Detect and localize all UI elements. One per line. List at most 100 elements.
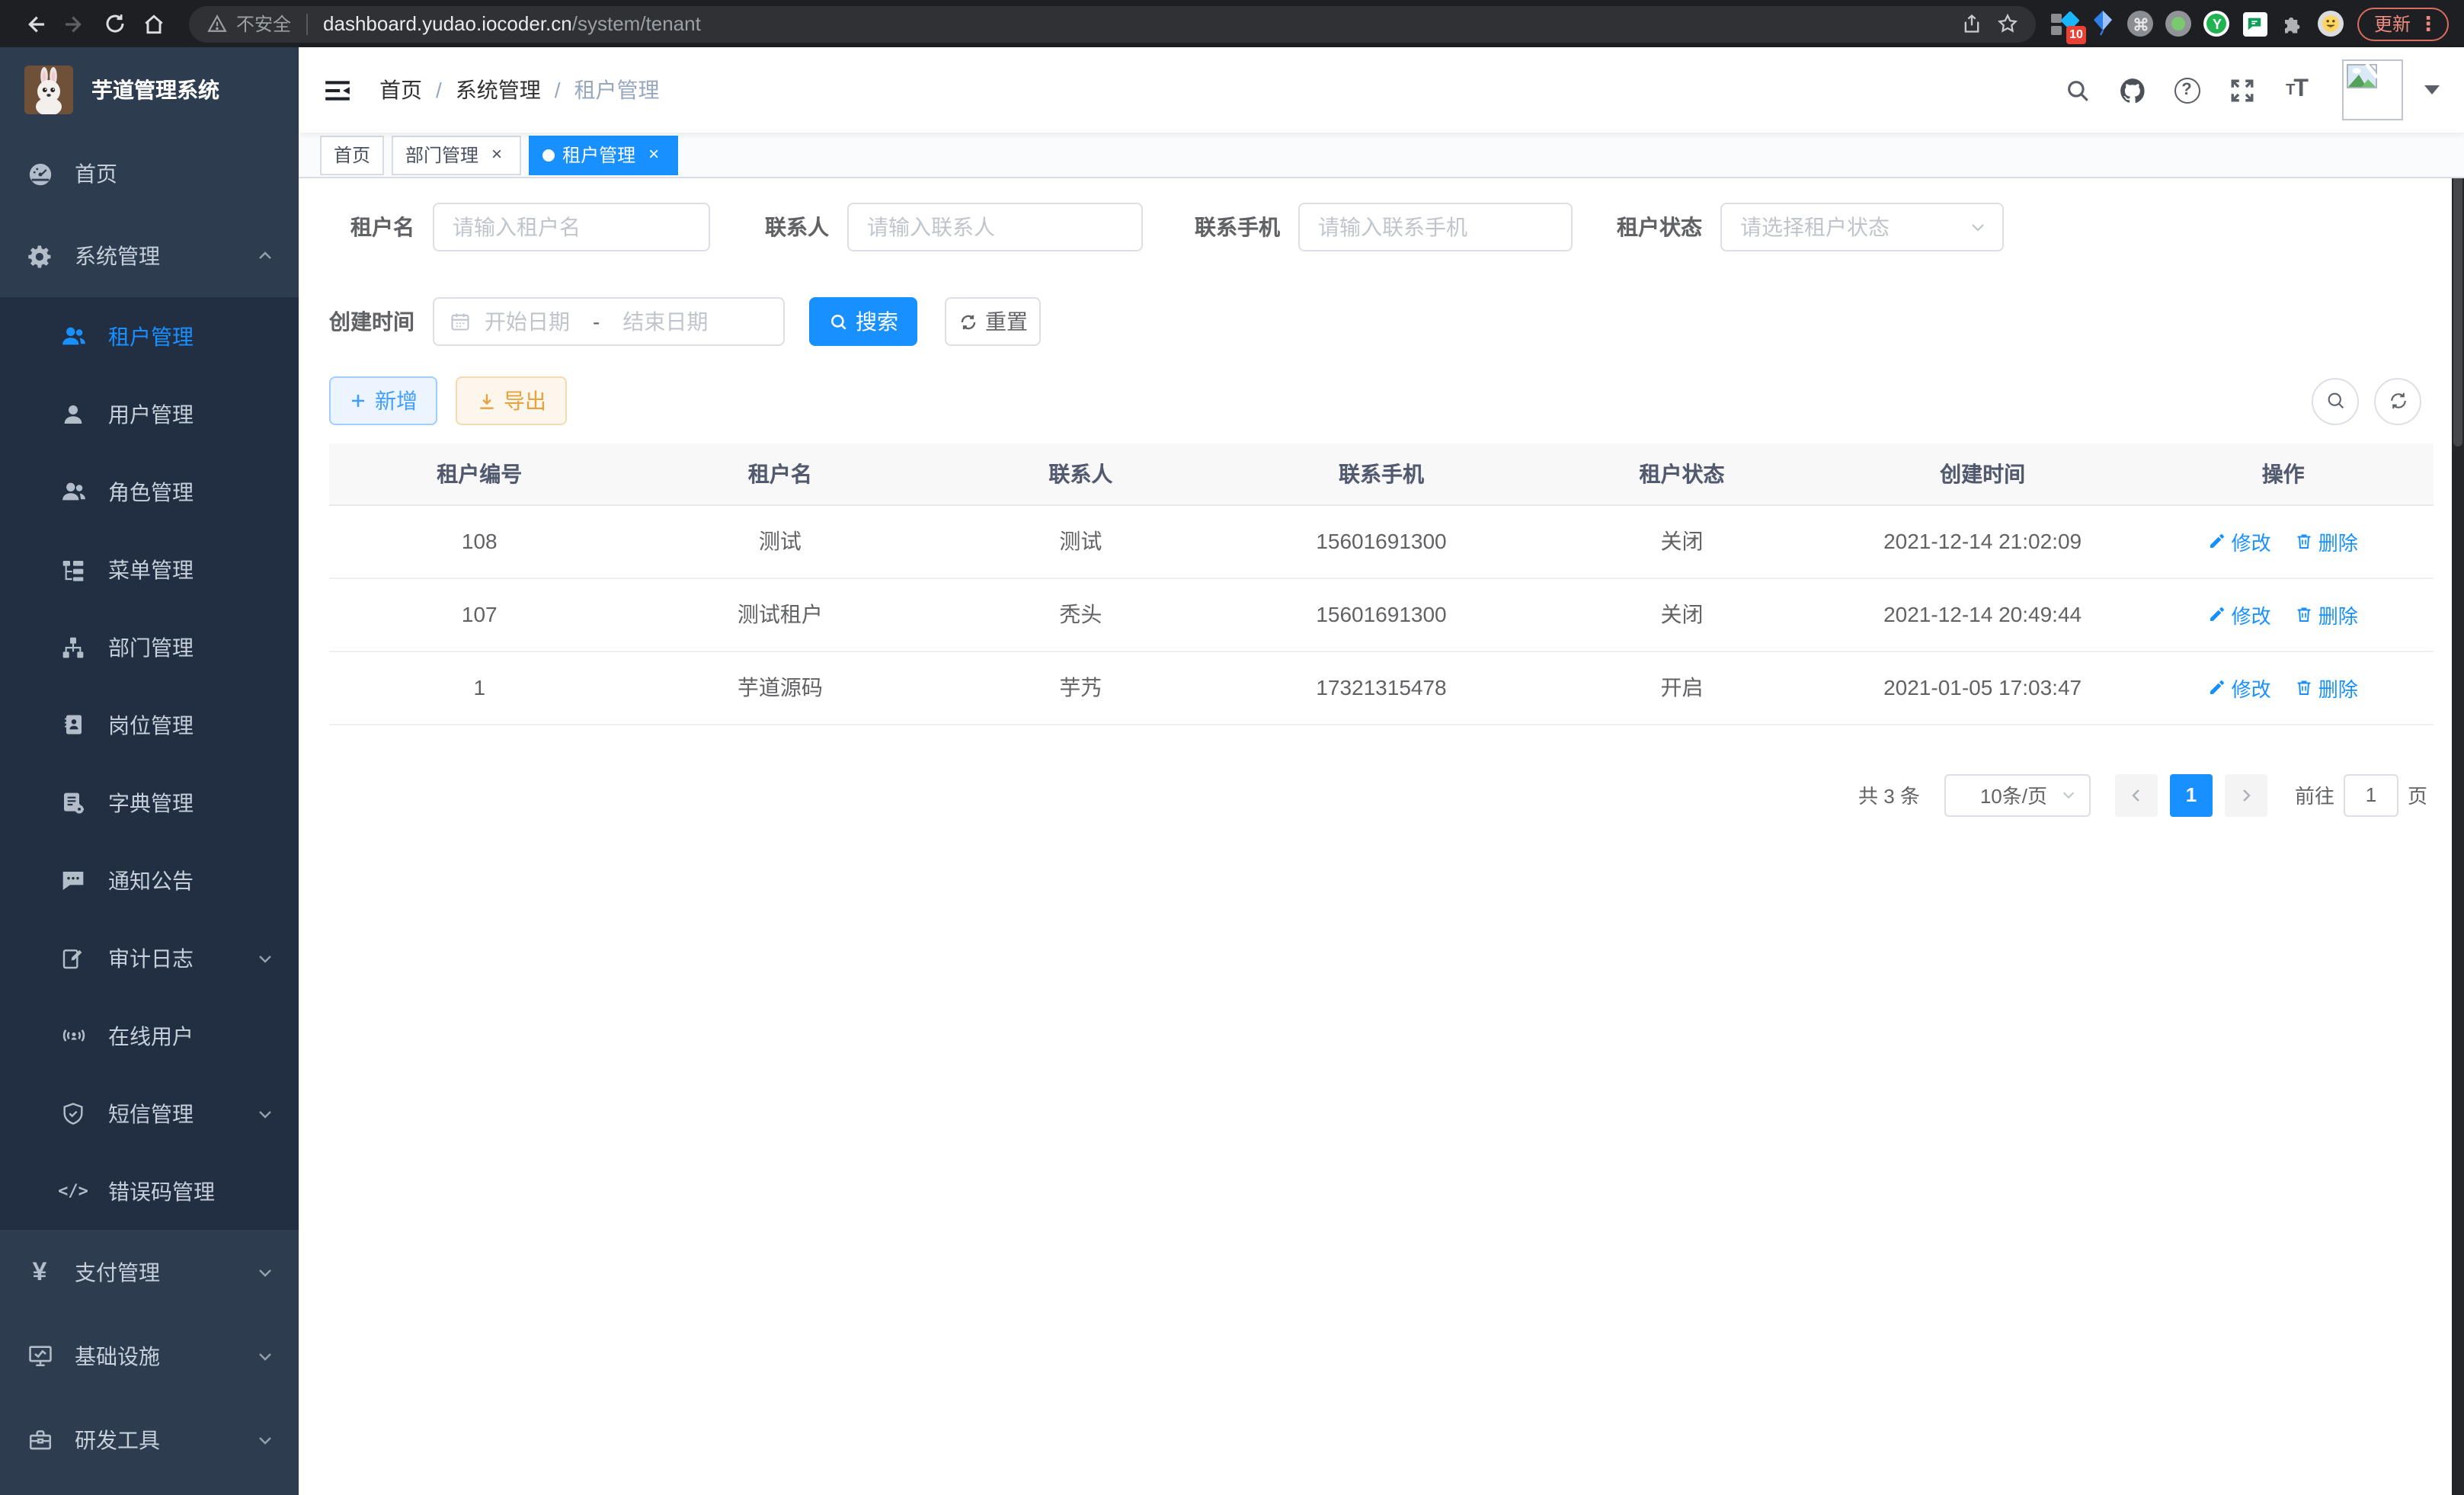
share-icon[interactable] [1954,5,1990,42]
sidebar-item-menu-management[interactable]: 菜单管理 [0,530,299,608]
phone-input[interactable] [1298,203,1573,251]
edit-label: 修改 [2232,600,2271,629]
status-select[interactable]: 请选择租户状态 [1720,203,2004,251]
tab-tenant-management[interactable]: 租户管理 × [529,135,678,174]
extension-command-icon[interactable] [2127,10,2155,37]
font-size-icon[interactable]: TT [2278,72,2315,108]
sidebar-item-home[interactable]: 首页 [0,133,299,215]
sidebar-item-dept-management[interactable]: 部门管理 [0,608,299,686]
sidebar-item-pay-management[interactable]: ¥ 支付管理 [0,1230,299,1314]
logo-rabbit-image [24,66,73,114]
show-search-toggle-icon[interactable] [2312,377,2359,424]
sidebar-item-system-management[interactable]: 系统管理 [0,215,299,297]
broken-image-icon [2347,64,2377,88]
avatar[interactable] [2342,59,2403,120]
cell-contact: 芋艿 [930,651,1231,724]
sidebar-item-error-code-management[interactable]: </> 错误码管理 [0,1152,299,1230]
sidebar-item-role-management[interactable]: 角色管理 [0,453,299,530]
edit-link[interactable]: 修改 [2209,527,2271,555]
contact-input[interactable] [847,203,1143,251]
tenant-name-input[interactable] [433,203,710,251]
chevron-up-icon [256,247,274,265]
bookmark-star-icon[interactable] [1990,5,2027,42]
page-scrollbar[interactable] [2452,47,2464,1495]
browser-forward-icon[interactable] [55,4,94,43]
goto-page-input[interactable] [2344,773,2398,816]
gear-icon [26,242,53,270]
extension-recorder-icon[interactable] [2165,10,2193,37]
tab-dept-management[interactable]: 部门管理 × [392,135,521,174]
edit-link[interactable]: 修改 [2209,600,2271,629]
org-chart-icon [59,633,87,661]
sidebar-item-label: 租户管理 [108,321,274,351]
prev-page-button[interactable] [2115,773,2158,816]
message-icon [59,866,87,894]
delete-link[interactable]: 删除 [2296,673,2358,702]
page-size-select[interactable]: 10条/页 [1944,773,2091,816]
browser-reload-icon[interactable] [94,4,134,43]
extension-chat-icon[interactable] [2242,10,2269,37]
chevron-down-icon [256,1430,274,1449]
date-range-input[interactable]: 开始日期 - 结束日期 [433,297,785,346]
browser-menu-icon[interactable]: ⋮ [2418,11,2438,36]
refresh-table-icon[interactable] [2374,377,2421,424]
reset-button[interactable]: 重置 [945,297,1041,346]
sidebar-item-online-users[interactable]: 在线用户 [0,997,299,1074]
cell-actions: 修改删除 [2133,504,2434,578]
extension-sogou-icon[interactable]: 10 [2051,10,2078,37]
sidebar-item-post-management[interactable]: 岗位管理 [0,686,299,764]
close-icon[interactable]: × [486,144,507,165]
pagination: 共 3 条 10条/页 1 前往 [329,773,2434,816]
security-indicator[interactable]: 不安全 [207,11,291,37]
extension-y-icon[interactable]: Y [2203,10,2231,37]
sidebar-item-infrastructure[interactable]: 基础设施 [0,1314,299,1397]
close-icon[interactable]: × [643,144,664,165]
github-icon[interactable] [2114,72,2150,108]
export-button[interactable]: 导出 [456,376,567,425]
delete-link[interactable]: 删除 [2296,600,2358,629]
tab-home[interactable]: 首页 [320,135,384,174]
edit-link[interactable]: 修改 [2209,673,2271,702]
code-icon: </> [59,1177,87,1205]
sidebar-item-tenant-management[interactable]: 租户管理 [0,297,299,375]
extension-shape: Y [2204,11,2230,37]
extension-emoji-icon[interactable] [2318,10,2345,37]
trash-icon [2296,532,2314,550]
avatar-caret-icon[interactable] [2424,85,2440,94]
create-time-label: 创建时间 [329,306,433,337]
fullscreen-icon[interactable] [2223,72,2260,108]
table-header-row: 租户编号 租户名 联系人 联系手机 租户状态 创建时间 操作 [329,443,2434,504]
browser-home-icon[interactable] [134,4,174,43]
sidebar-fold-icon[interactable] [323,75,352,104]
cell-phone: 15601691300 [1231,578,1532,651]
sidebar-item-user-management[interactable]: 用户管理 [0,375,299,453]
sidebar-item-dev-tools[interactable]: 研发工具 [0,1397,299,1481]
breadcrumb-system[interactable]: 系统管理 [456,75,541,105]
extension-kite-icon[interactable] [2089,10,2117,37]
sidebar-item-audit-log[interactable]: 审计日志 [0,919,299,997]
address-bar[interactable]: 不安全 dashboard.yudao.iocoder.cn/system/te… [189,5,2036,42]
trash-icon [2296,605,2314,623]
page-number-button[interactable]: 1 [2170,773,2213,816]
edit-label: 修改 [2232,673,2271,702]
browser-update-button[interactable]: 更新 ⋮ [2357,7,2449,40]
cell-contact: 秃头 [930,578,1231,651]
browser-back-icon[interactable] [15,4,55,43]
extension-puzzle-icon[interactable] [2280,10,2307,37]
next-page-button[interactable] [2225,773,2267,816]
help-icon[interactable]: ? [2168,72,2205,108]
url-text[interactable]: dashboard.yudao.iocoder.cn/system/tenant [323,12,701,35]
refresh-icon [958,312,978,331]
sidebar-logo[interactable]: 芋道管理系统 [0,47,299,133]
table-toolbar: 新增 导出 [329,376,2434,425]
search-button[interactable]: 搜索 [809,297,917,346]
add-button[interactable]: 新增 [329,376,437,425]
screen: 不安全 dashboard.yudao.iocoder.cn/system/te… [0,0,2464,1495]
reset-button-label: 重置 [985,306,1028,337]
search-icon[interactable] [2059,72,2095,108]
sidebar-item-dict-management[interactable]: 字典管理 [0,764,299,841]
breadcrumb-home[interactable]: 首页 [379,75,422,105]
sidebar-item-notice[interactable]: 通知公告 [0,841,299,919]
delete-link[interactable]: 删除 [2296,527,2358,555]
sidebar-item-sms-management[interactable]: 短信管理 [0,1074,299,1152]
